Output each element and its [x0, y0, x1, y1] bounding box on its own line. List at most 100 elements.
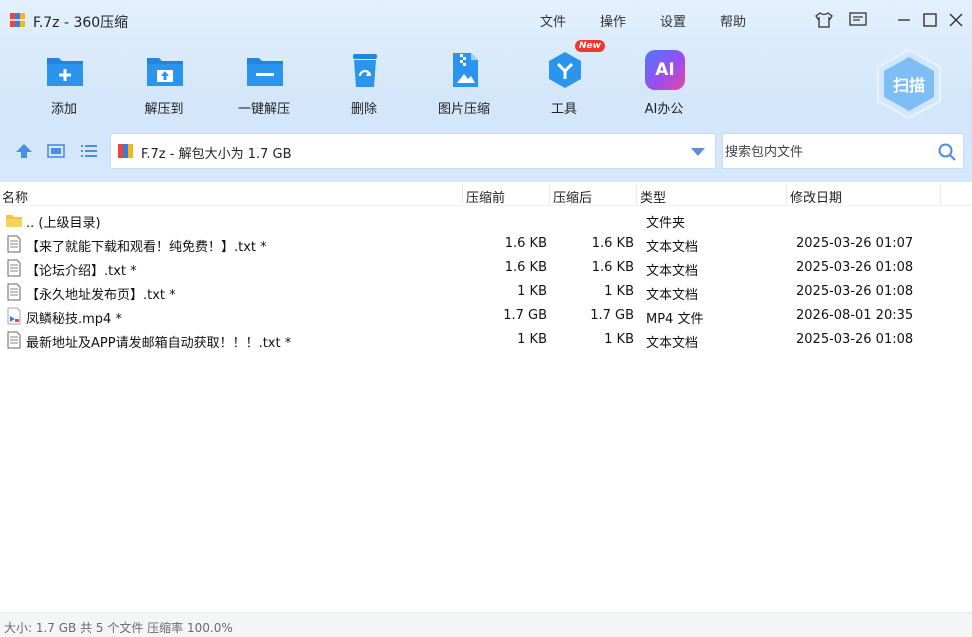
column-date[interactable]: 修改日期 [790, 187, 842, 206]
text-file-icon [7, 259, 21, 277]
column-type[interactable]: 类型 [640, 187, 666, 206]
column-before[interactable]: 压缩前 [466, 187, 505, 206]
menu-help[interactable]: 帮助 [720, 11, 746, 30]
file-row[interactable]: 【永久地址发布页】.txt * 1 KB 1 KB 文本文档 2025-03-2… [0, 280, 972, 304]
file-name: 最新地址及APP请发邮箱自动获取！！！.txt * [26, 336, 292, 351]
file-size-before: 1.6 KB [504, 260, 547, 275]
ai-office-button[interactable]: AI AI办公 [619, 46, 709, 122]
tools-icon [549, 52, 581, 88]
status-bar: 大小: 1.7 GB 共 5 个文件 压缩率 100.0% [0, 612, 972, 637]
video-file-icon [7, 307, 21, 325]
file-name: 凤鳞秘技.mp4 * [26, 312, 122, 327]
file-date: 2025-03-26 01:07 [796, 236, 914, 251]
file-size-before: 1.7 GB [503, 308, 547, 323]
file-row[interactable]: 凤鳞秘技.mp4 * 1.7 GB 1.7 GB MP4 文件 2026-08-… [0, 304, 972, 328]
file-row[interactable]: 最新地址及APP请发邮箱自动获取！！！.txt * 1 KB 1 KB 文本文档… [0, 328, 972, 352]
text-file-icon [7, 283, 21, 301]
folder-icon [6, 215, 22, 227]
one-click-extract-button[interactable]: 一键解压 [219, 46, 309, 122]
column-after[interactable]: 压缩后 [553, 187, 592, 206]
delete-label: 删除 [350, 102, 377, 117]
file-date: 2025-03-26 01:08 [796, 332, 914, 347]
file-type: 文本文档 [646, 240, 699, 255]
tools-button[interactable]: New 工具 [519, 40, 609, 122]
ai-office-label: AI办公 [644, 102, 684, 117]
menu-file[interactable]: 文件 [540, 11, 566, 30]
text-file-icon [7, 331, 21, 349]
file-row[interactable]: .. (上级目录) 文件夹 [0, 208, 972, 232]
file-size-after: 1.6 KB [591, 236, 634, 251]
file-name: 【来了就能下载和观看！纯免费！】.txt * [26, 240, 267, 255]
recycle-bin-icon [353, 54, 377, 87]
file-type: 文本文档 [646, 336, 699, 351]
column-divider[interactable] [549, 184, 550, 204]
delete-button[interactable]: 删除 [319, 46, 409, 122]
image-compress-icon [453, 53, 478, 87]
extract-to-label: 解压到 [144, 102, 184, 117]
file-date: 2025-03-26 01:08 [796, 260, 914, 275]
add-button[interactable]: 添加 [19, 46, 109, 122]
file-name: 【永久地址发布页】.txt * [26, 288, 176, 303]
file-type: MP4 文件 [646, 312, 704, 327]
search-box[interactable] [722, 133, 964, 169]
archive-app-icon [10, 13, 25, 27]
column-header: 名称 压缩前 压缩后 类型 修改日期 [0, 182, 972, 206]
close-icon[interactable] [946, 10, 966, 30]
menu-settings[interactable]: 设置 [660, 11, 686, 30]
ai-logo-text: AI [655, 60, 675, 80]
minimize-icon[interactable] [894, 10, 914, 30]
address-dropdown-icon[interactable] [691, 148, 705, 156]
text-file-icon [7, 235, 21, 253]
file-date: 2025-03-26 01:08 [796, 284, 914, 299]
thumbnail-view-icon[interactable] [46, 142, 66, 160]
add-folder-icon [47, 58, 83, 86]
column-name[interactable]: 名称 [2, 187, 28, 206]
column-divider[interactable] [786, 184, 787, 204]
extract-to-button[interactable]: 解压到 [119, 46, 209, 122]
one-click-extract-label: 一键解压 [237, 102, 290, 117]
file-size-before: 1.6 KB [504, 236, 547, 251]
ai-logo-icon: AI [645, 50, 685, 90]
scan-label: 扫描 [892, 76, 925, 95]
title-bar: F.7z - 360压缩 文件 操作 设置 帮助 [0, 0, 972, 40]
status-text: 大小: 1.7 GB 共 5 个文件 压缩率 100.0% [4, 621, 233, 635]
file-size-after: 1 KB [604, 284, 634, 299]
window-title: F.7z - 360压缩 [33, 15, 129, 31]
scan-button[interactable]: 扫描 [874, 48, 944, 120]
file-row[interactable]: 【来了就能下载和观看！纯免费！】.txt * 1.6 KB 1.6 KB 文本文… [0, 232, 972, 256]
search-icon[interactable] [937, 142, 957, 162]
file-size-after: 1.7 GB [590, 308, 634, 323]
file-row[interactable]: 【论坛介绍】.txt * 1.6 KB 1.6 KB 文本文档 2025-03-… [0, 256, 972, 280]
add-label: 添加 [50, 102, 77, 117]
address-text: F.7z - 解包大小为 1.7 GB [141, 147, 292, 162]
file-size-before: 1 KB [517, 284, 547, 299]
address-row: F.7z - 解包大小为 1.7 GB [0, 132, 972, 170]
address-bar[interactable]: F.7z - 解包大小为 1.7 GB [110, 133, 716, 169]
column-divider[interactable] [940, 184, 941, 204]
file-size-after: 1.6 KB [591, 260, 634, 275]
new-badge: New [575, 40, 605, 52]
tools-label: 工具 [550, 102, 577, 117]
menu-operate[interactable]: 操作 [600, 11, 626, 30]
one-click-extract-icon [247, 58, 283, 86]
extract-folder-icon [147, 58, 183, 86]
file-size-after: 1 KB [604, 332, 634, 347]
column-divider[interactable] [636, 184, 637, 204]
file-name: 【论坛介绍】.txt * [26, 264, 137, 279]
feedback-icon[interactable] [848, 10, 868, 30]
list-view-icon[interactable] [79, 142, 99, 160]
file-name: .. (上级目录) [26, 216, 101, 231]
file-type: 文件夹 [646, 216, 686, 231]
search-input[interactable] [725, 142, 925, 162]
maximize-icon[interactable] [920, 10, 940, 30]
image-compress-label: 图片压缩 [437, 102, 490, 117]
file-date: 2026-08-01 20:35 [796, 308, 914, 323]
file-type: 文本文档 [646, 264, 699, 279]
image-compress-button[interactable]: 图片压缩 [419, 46, 509, 122]
column-divider[interactable] [462, 184, 463, 204]
up-directory-icon[interactable] [14, 142, 34, 160]
archive-file-icon [118, 144, 133, 158]
file-size-before: 1 KB [517, 332, 547, 347]
skin-icon[interactable] [814, 10, 834, 30]
file-type: 文本文档 [646, 288, 699, 303]
